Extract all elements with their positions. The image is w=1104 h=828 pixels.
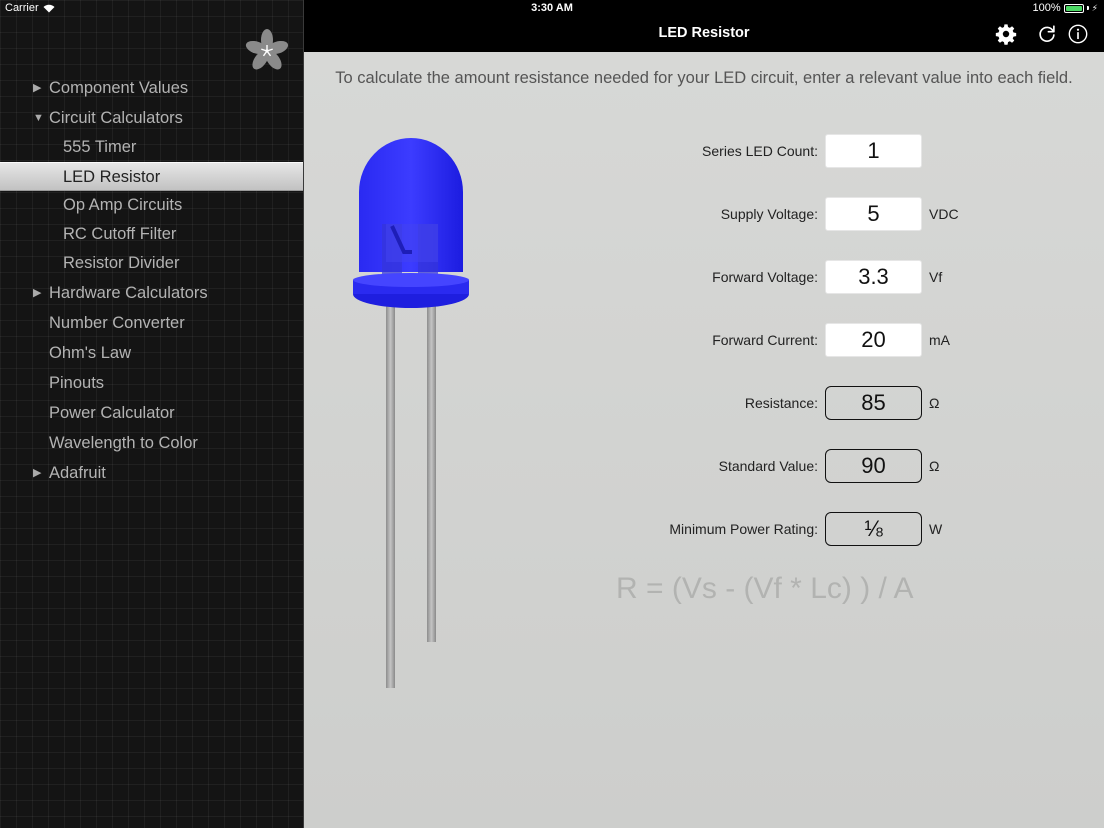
sidebar-item-label: Hardware Calculators xyxy=(49,284,208,302)
forward-current-unit: mA xyxy=(929,332,950,348)
sidebar-item-label: Ohm's Law xyxy=(49,344,132,362)
disclosure-down-icon: ▼ xyxy=(33,112,44,124)
sidebar-item-circuit-calculators[interactable]: ▼ Circuit Calculators xyxy=(0,103,303,133)
sidebar-item-label: Component Values xyxy=(49,79,189,97)
disclosure-right-icon: ▶ xyxy=(33,287,42,299)
status-bar: Carrier 3:30 AM 100% ⚡ xyxy=(0,0,1104,17)
forward-voltage-input[interactable] xyxy=(825,260,922,294)
sidebar-item-label: Wavelength to Color xyxy=(49,434,198,452)
supply-voltage-row: Supply Voltage: VDC xyxy=(304,197,1104,231)
sidebar-nav: ▶ Component Values ▼ Circuit Calculators… xyxy=(0,73,303,488)
sidebar-item-label: 555 Timer xyxy=(63,138,137,156)
sidebar-item-pinouts[interactable]: Pinouts xyxy=(0,368,303,398)
battery-indicator: 100% ⚡ xyxy=(1033,2,1098,14)
sidebar-item-label: Pinouts xyxy=(49,374,105,392)
battery-tip xyxy=(1086,6,1089,10)
min-power-rating-row: Minimum Power Rating: ⅛ W xyxy=(304,512,1104,546)
forward-voltage-label: Forward Voltage: xyxy=(712,269,818,285)
sidebar-item-wavelength-to-color[interactable]: Wavelength to Color xyxy=(0,428,303,458)
resistance-output: 85 xyxy=(825,386,922,420)
min-power-rating-unit: W xyxy=(929,521,943,537)
instructions-text: To calculate the amount resistance neede… xyxy=(335,69,1073,87)
status-time: 3:30 AM xyxy=(531,2,573,14)
sidebar-item-label: Resistor Divider xyxy=(63,254,180,272)
series-led-count-row: Series LED Count: xyxy=(304,134,1104,168)
sidebar-item-op-amp-circuits[interactable]: Op Amp Circuits xyxy=(0,191,303,220)
forward-current-input[interactable] xyxy=(825,323,922,357)
resistance-label: Resistance: xyxy=(744,395,818,411)
min-power-rating-label: Minimum Power Rating: xyxy=(669,521,818,537)
sidebar-item-adafruit[interactable]: ▶ Adafruit xyxy=(0,458,303,488)
min-power-rating-output: ⅛ xyxy=(825,512,922,546)
gear-icon[interactable] xyxy=(995,23,1017,45)
page-title: LED Resistor xyxy=(658,25,750,41)
sidebar-item-hardware-calculators[interactable]: ▶ Hardware Calculators xyxy=(0,278,303,308)
sidebar-item-number-converter[interactable]: Number Converter xyxy=(0,308,303,338)
forward-current-row: Forward Current: mA xyxy=(304,323,1104,357)
supply-voltage-label: Supply Voltage: xyxy=(720,206,818,222)
sidebar-item-component-values[interactable]: ▶ Component Values xyxy=(0,73,303,103)
standard-value-output: 90 xyxy=(825,449,922,483)
main-content: To calculate the amount resistance neede… xyxy=(304,52,1104,828)
battery-percent: 100% xyxy=(1032,2,1061,14)
standard-value-row: Standard Value: 90 Ω xyxy=(304,449,1104,483)
info-icon[interactable] xyxy=(1067,23,1089,45)
sidebar-item-led-resistor[interactable]: LED Resistor xyxy=(0,162,303,191)
sidebar-item-label: RC Cutoff Filter xyxy=(63,225,177,243)
refresh-icon[interactable] xyxy=(1036,23,1058,45)
adafruit-flower-logo-icon xyxy=(245,29,289,70)
charging-bolt-icon: ⚡ xyxy=(1091,2,1098,13)
formula-text: R = (Vs - (Vf * Lc) ) / A xyxy=(616,572,914,605)
forward-voltage-row: Forward Voltage: Vf xyxy=(304,260,1104,294)
sidebar-item-label: Circuit Calculators xyxy=(49,109,183,127)
sidebar-item-label: Op Amp Circuits xyxy=(63,196,183,214)
series-led-count-label: Series LED Count: xyxy=(702,143,818,159)
forward-voltage-unit: Vf xyxy=(929,269,943,285)
resistance-unit: Ω xyxy=(929,395,940,411)
standard-value-unit: Ω xyxy=(929,458,940,474)
sidebar-item-label: LED Resistor xyxy=(63,168,161,186)
disclosure-right-icon: ▶ xyxy=(33,82,42,94)
resistance-row: Resistance: 85 Ω xyxy=(304,386,1104,420)
supply-voltage-unit: VDC xyxy=(929,206,959,222)
sidebar-item-ohms-law[interactable]: Ohm's Law xyxy=(0,338,303,368)
sidebar-item-label: Power Calculator xyxy=(49,404,175,422)
sidebar-item-power-calculator[interactable]: Power Calculator xyxy=(0,398,303,428)
sidebar-item-label: Number Converter xyxy=(49,314,185,332)
sidebar: ▶ Component Values ▼ Circuit Calculators… xyxy=(0,0,303,828)
supply-voltage-input[interactable] xyxy=(825,197,922,231)
sidebar-item-rc-cutoff-filter[interactable]: RC Cutoff Filter xyxy=(0,220,303,249)
series-led-count-input[interactable] xyxy=(825,134,922,168)
disclosure-right-icon: ▶ xyxy=(33,467,42,479)
battery-icon xyxy=(1063,3,1084,13)
sidebar-item-label: Adafruit xyxy=(49,464,106,482)
sidebar-item-resistor-divider[interactable]: Resistor Divider xyxy=(0,249,303,278)
forward-current-label: Forward Current: xyxy=(712,332,818,348)
sidebar-item-555-timer[interactable]: 555 Timer xyxy=(0,133,303,162)
standard-value-label: Standard Value: xyxy=(718,458,818,474)
